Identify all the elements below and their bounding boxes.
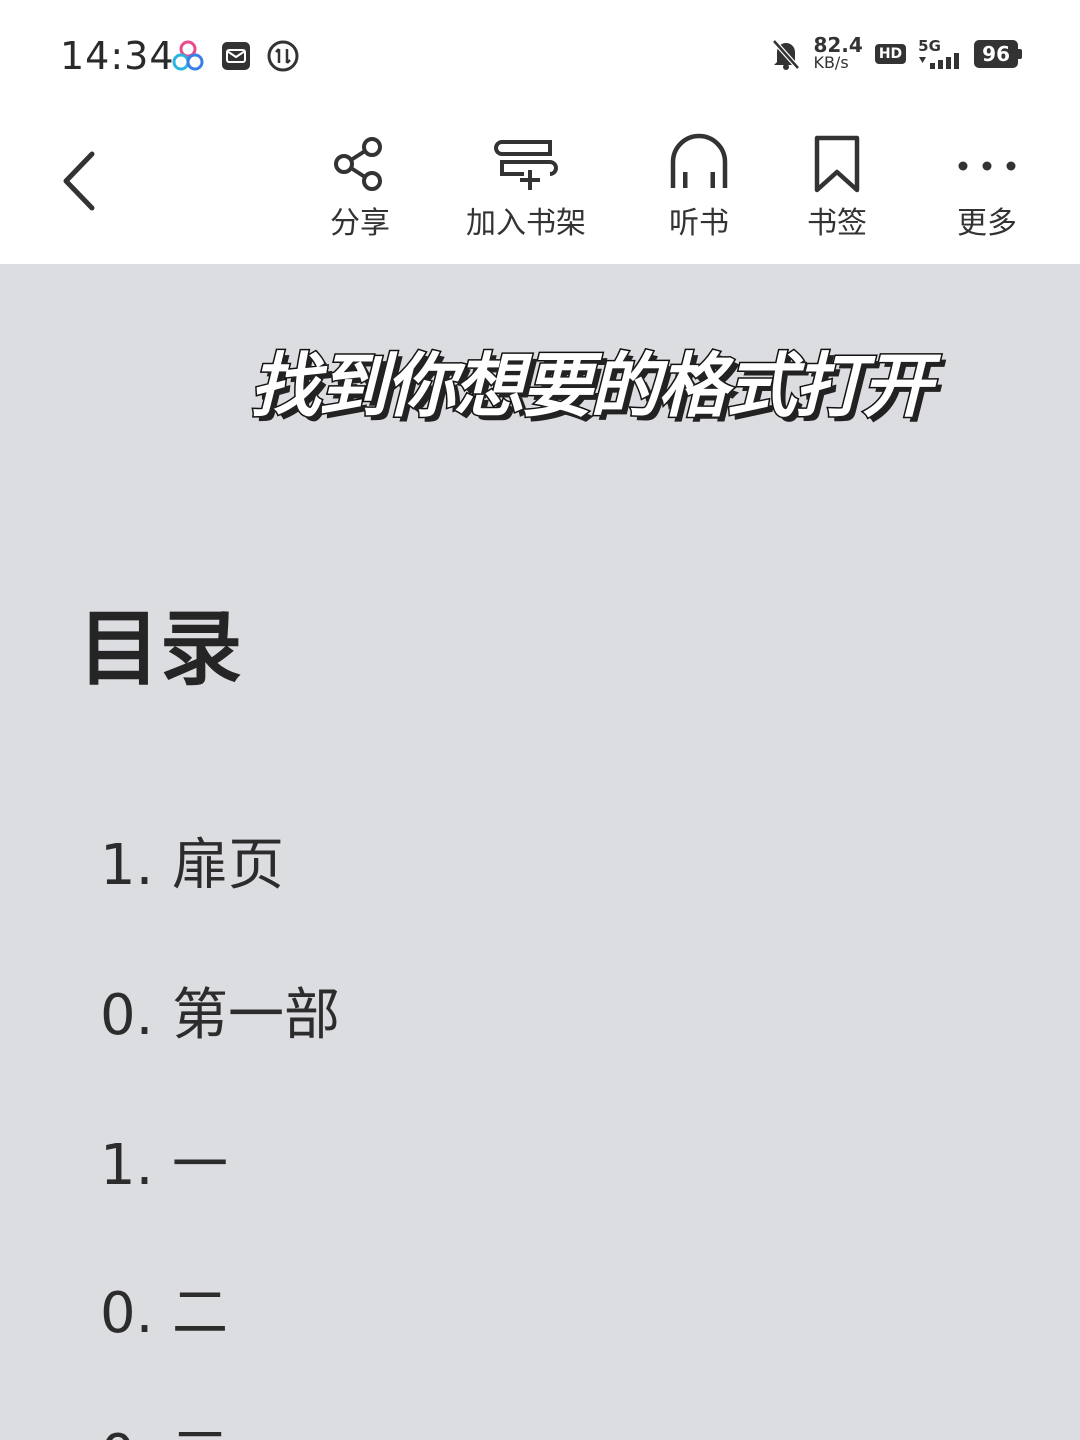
toc-item-label: 三 — [172, 1423, 228, 1440]
share-icon — [334, 137, 382, 191]
share-label: 分享 — [330, 206, 390, 241]
toc-item[interactable]: 0. 二 — [100, 1268, 228, 1349]
chevron-left-icon — [63, 151, 95, 211]
add-to-shelf-button[interactable]: 加入书架 — [466, 132, 586, 242]
net-speed: 82.4 KB/s — [813, 33, 863, 72]
battery-indicator: 96 — [974, 40, 1022, 68]
cloud-app-icon — [172, 40, 204, 71]
net-speed-value: 82.4 — [813, 33, 863, 57]
toc-title: 目录 — [78, 602, 243, 697]
toc-item[interactable]: 0.三 — [100, 1410, 228, 1440]
battery-level: 96 — [974, 40, 1018, 68]
listen-label: 听书 — [669, 206, 729, 241]
more-label: 更多 — [957, 206, 1017, 241]
toc-item[interactable]: 1. 扉页 — [100, 820, 284, 901]
add-shelf-icon — [494, 140, 558, 190]
toc-item-label: 二 — [172, 1281, 228, 1346]
toc-item-label: 一 — [172, 1133, 228, 1198]
listen-button[interactable]: 听书 — [667, 132, 731, 242]
hd-badge: HD — [874, 44, 907, 64]
toc-item-number: 1. — [100, 833, 154, 898]
bookmark-button[interactable]: 书签 — [805, 132, 869, 242]
sync-icon — [267, 40, 299, 72]
battery-tip — [1018, 49, 1022, 59]
toc-item-number: 0. — [100, 1281, 154, 1346]
signal-icon — [919, 53, 960, 69]
add-to-shelf-label: 加入书架 — [466, 206, 586, 241]
toc-item-number: 0. — [100, 983, 154, 1048]
toc-item-number: 1. — [100, 1133, 154, 1198]
mail-icon — [222, 42, 250, 70]
share-button[interactable]: 分享 — [328, 132, 392, 242]
signal-indicator: 5G — [918, 39, 962, 69]
net-speed-unit: KB/s — [813, 53, 849, 72]
toc-item[interactable]: 1. 一 — [100, 1120, 228, 1201]
headphones-icon — [670, 133, 728, 188]
bookmark-icon — [814, 135, 860, 193]
status-bar: 14:34 82.4 KB/s HD 5G 96 — [0, 0, 1080, 110]
more-dots-icon — [958, 161, 1016, 171]
status-time: 14:34 — [60, 34, 175, 78]
network-type: 5G — [918, 37, 941, 55]
toc-item[interactable]: 0. 第一部 — [100, 970, 340, 1051]
bookmark-label: 书签 — [807, 206, 867, 241]
status-left-icons — [170, 38, 300, 74]
back-button[interactable] — [52, 146, 112, 216]
bell-off-icon — [772, 39, 801, 70]
status-right: 82.4 KB/s HD 5G 96 — [771, 33, 1022, 72]
reader-content: 找到你想要的格式打开 目录 1.扉页 0.第一部 1.一 0.二 0.三 — [0, 264, 1080, 1440]
overlay-caption: 找到你想要的格式打开 — [249, 344, 934, 429]
reader-toolbar: 分享 加入书架 听书 书签 更多 — [0, 110, 1080, 264]
toc-item-label: 第一部 — [172, 983, 340, 1048]
toc-item-number: 0. — [100, 1423, 172, 1440]
more-button[interactable]: 更多 — [955, 132, 1019, 242]
toc-item-label: 扉页 — [172, 833, 284, 898]
